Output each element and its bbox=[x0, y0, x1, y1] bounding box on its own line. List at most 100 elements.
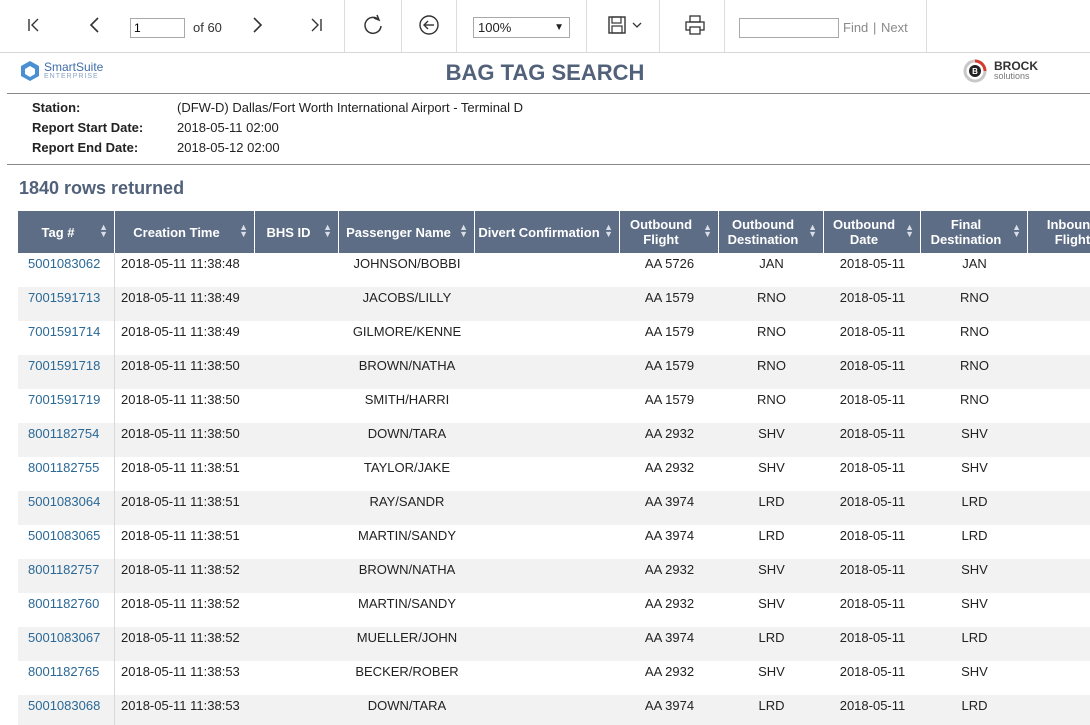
cell-creation-time: 2018-05-11 11:38:50 bbox=[121, 358, 240, 373]
table-row: 5001083068 2018-05-11 11:38:53 DOWN/TARA AA… bbox=[18, 695, 1090, 725]
tag-link[interactable]: 5001083064 bbox=[28, 494, 100, 509]
column-divider bbox=[114, 287, 115, 321]
table-row: 8001182757 2018-05-11 11:38:52 BROWN/NATHA… bbox=[18, 559, 1090, 593]
column-header-creation-time[interactable]: Creation Time ▲ ▼ bbox=[115, 211, 255, 253]
tag-link[interactable]: 5001083062 bbox=[28, 256, 100, 271]
cell-creation-time: 2018-05-11 11:38:52 bbox=[121, 630, 240, 645]
column-header-bhs-id[interactable]: BHS ID ▲ ▼ bbox=[255, 211, 339, 253]
find-input[interactable] bbox=[739, 18, 839, 38]
toolbar-divider bbox=[401, 0, 402, 52]
cell-outbound-destination: SHV bbox=[758, 596, 785, 611]
meta-divider bbox=[7, 164, 1090, 165]
sort-icon[interactable]: ▲ ▼ bbox=[459, 223, 468, 239]
save-menu-chevron-down-icon[interactable] bbox=[628, 10, 646, 40]
cell-outbound-date: 2018-05-11 bbox=[839, 324, 906, 339]
cell-outbound-destination: RNO bbox=[757, 392, 786, 407]
cell-creation-time: 2018-05-11 11:38:49 bbox=[121, 324, 240, 339]
cell-passenger-name: BROWN/NATHA bbox=[358, 562, 456, 577]
table-row: 8001182760 2018-05-11 11:38:52 MARTIN/SAND… bbox=[18, 593, 1090, 627]
tag-link[interactable]: 5001083068 bbox=[28, 698, 100, 713]
last-page-icon[interactable] bbox=[302, 10, 330, 40]
next-page-icon[interactable] bbox=[243, 10, 271, 40]
cell-creation-time: 2018-05-11 11:38:50 bbox=[121, 426, 240, 441]
tag-link[interactable]: 8001182757 bbox=[28, 562, 99, 577]
tag-link[interactable]: 5001083065 bbox=[28, 528, 100, 543]
column-divider bbox=[114, 559, 115, 593]
report-start-value: 2018-05-11 02:00 bbox=[177, 120, 279, 135]
sort-icon[interactable]: ▲ ▼ bbox=[905, 223, 914, 239]
station-label: Station: bbox=[32, 100, 81, 115]
cell-creation-time: 2018-05-11 11:38:50 bbox=[121, 392, 240, 407]
cell-outbound-flight: AA 3974 bbox=[644, 698, 695, 713]
table-row: 5001083065 2018-05-11 11:38:51 MARTIN/SAND… bbox=[18, 525, 1090, 559]
cell-outbound-flight: AA 3974 bbox=[644, 528, 695, 543]
column-divider bbox=[114, 355, 115, 389]
first-page-icon[interactable] bbox=[20, 10, 48, 40]
cell-outbound-destination: JAN bbox=[759, 256, 784, 271]
column-header-outbound-date[interactable]: Outbound Date ▲ ▼ bbox=[824, 211, 921, 253]
cell-outbound-date: 2018-05-11 bbox=[839, 494, 906, 509]
column-divider bbox=[114, 253, 115, 287]
cell-outbound-destination: SHV bbox=[758, 426, 785, 441]
brand-right-subtitle: solutions bbox=[994, 71, 1030, 81]
header-divider bbox=[7, 93, 1090, 94]
refresh-icon[interactable] bbox=[359, 10, 387, 40]
cell-final-destination: LRD bbox=[961, 528, 988, 543]
sort-icon[interactable]: ▲ ▼ bbox=[99, 223, 108, 239]
column-header-inbound-flight[interactable]: Inbound Flight bbox=[1028, 211, 1090, 253]
column-header-tag[interactable]: Tag # ▲ ▼ bbox=[18, 211, 115, 253]
cell-outbound-destination: LRD bbox=[758, 630, 785, 645]
tag-link[interactable]: 7001591714 bbox=[28, 324, 100, 339]
cell-creation-time: 2018-05-11 11:38:51 bbox=[121, 528, 240, 543]
tag-link[interactable]: 7001591719 bbox=[28, 392, 100, 407]
cell-outbound-date: 2018-05-11 bbox=[839, 596, 906, 611]
table-row: 8001182754 2018-05-11 11:38:50 DOWN/TARA AA… bbox=[18, 423, 1090, 457]
zoom-value: 100% bbox=[478, 20, 512, 35]
cell-outbound-flight: AA 1579 bbox=[644, 324, 695, 339]
cell-outbound-date: 2018-05-11 bbox=[839, 256, 906, 271]
tag-link[interactable]: 7001591713 bbox=[28, 290, 100, 305]
tag-link[interactable]: 8001182755 bbox=[28, 460, 99, 475]
tag-link[interactable]: 8001182765 bbox=[28, 664, 99, 679]
next-link[interactable]: Next bbox=[881, 20, 908, 35]
cell-final-destination: LRD bbox=[961, 698, 988, 713]
cell-outbound-destination: SHV bbox=[758, 562, 785, 577]
print-icon[interactable] bbox=[681, 10, 709, 40]
sort-icon[interactable]: ▲ ▼ bbox=[323, 223, 332, 239]
tag-link[interactable]: 5001083067 bbox=[28, 630, 100, 645]
column-header-label: Tag # bbox=[41, 224, 75, 240]
save-icon[interactable] bbox=[603, 10, 631, 40]
page-number-input[interactable] bbox=[130, 18, 185, 38]
table-row: 5001083067 2018-05-11 11:38:52 MUELLER/JOH… bbox=[18, 627, 1090, 661]
rows-returned-count: 1840 rows returned bbox=[19, 178, 185, 198]
tag-link[interactable]: 8001182754 bbox=[28, 426, 99, 441]
column-header-outbound-destination[interactable]: Outbound Destination ▲ ▼ bbox=[719, 211, 824, 253]
cell-passenger-name: DOWN/TARA bbox=[367, 698, 447, 713]
find-link[interactable]: Find bbox=[843, 20, 868, 35]
cell-passenger-name: MARTIN/SANDY bbox=[358, 596, 456, 611]
column-header-label: Passenger Name bbox=[346, 224, 451, 240]
column-header-passenger-name[interactable]: Passenger Name ▲ ▼ bbox=[339, 211, 475, 253]
dropdown-arrow-icon: ▼ bbox=[554, 22, 564, 33]
column-header-outbound-flight[interactable]: Outbound Flight ▲ ▼ bbox=[620, 211, 719, 253]
sort-icon[interactable]: ▲ ▼ bbox=[239, 223, 248, 239]
column-header-final-destination[interactable]: Final Destination ▲ ▼ bbox=[921, 211, 1028, 253]
back-icon[interactable] bbox=[415, 10, 443, 40]
cell-outbound-date: 2018-05-11 bbox=[839, 392, 906, 407]
sort-icon[interactable]: ▲ ▼ bbox=[703, 223, 712, 239]
tag-link[interactable]: 8001182760 bbox=[28, 596, 99, 611]
table-row: 8001182755 2018-05-11 11:38:51 TAYLOR/JAKE… bbox=[18, 457, 1090, 491]
sort-icon[interactable]: ▲ ▼ bbox=[604, 223, 613, 239]
cell-passenger-name: MARTIN/SANDY bbox=[358, 528, 456, 543]
previous-page-icon[interactable] bbox=[81, 10, 109, 40]
column-divider bbox=[114, 321, 115, 355]
find-separator: | bbox=[873, 20, 877, 35]
sort-icon[interactable]: ▲ ▼ bbox=[808, 223, 817, 239]
table-row: 5001083064 2018-05-11 11:38:51 RAY/SANDR AA… bbox=[18, 491, 1090, 525]
sort-icon[interactable]: ▲ ▼ bbox=[1012, 223, 1021, 239]
tag-link[interactable]: 7001591718 bbox=[28, 358, 100, 373]
zoom-select[interactable]: 100% ▼ bbox=[473, 17, 570, 38]
report-end-value: 2018-05-12 02:00 bbox=[177, 140, 280, 155]
cell-final-destination: LRD bbox=[961, 630, 988, 645]
column-header-divert-confirmation[interactable]: Divert Confirmation ▲ ▼ bbox=[475, 211, 620, 253]
